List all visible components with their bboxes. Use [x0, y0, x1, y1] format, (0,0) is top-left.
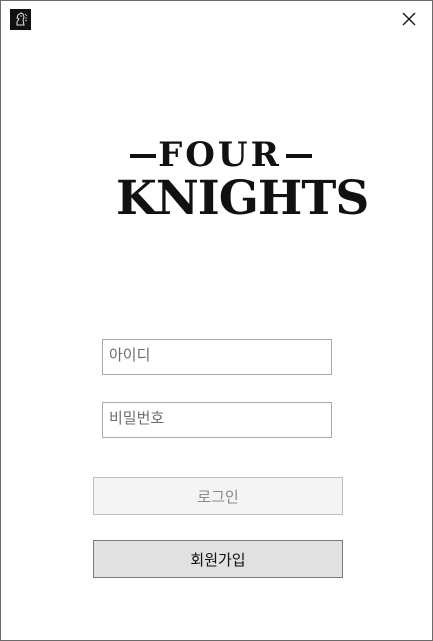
- signup-button[interactable]: 회원가입: [93, 540, 343, 578]
- password-input-placeholder: 비밀번호: [109, 409, 165, 427]
- close-button[interactable]: [386, 1, 432, 37]
- id-input-placeholder: 아이디: [109, 346, 151, 364]
- signup-button-label: 회원가입: [190, 550, 246, 569]
- login-button-label: 로그인: [197, 487, 239, 506]
- four-knights-logo: FOUR KNIGHTS: [116, 135, 369, 231]
- id-input[interactable]: 아이디: [102, 339, 332, 375]
- close-icon: [402, 12, 416, 26]
- login-button[interactable]: 로그인: [93, 477, 343, 515]
- logo-text-knights: KNIGHTS: [116, 171, 369, 226]
- knight-icon: [10, 9, 31, 30]
- app-window: FOUR KNIGHTS 아이디 비밀번호 로그인 회원가입: [0, 0, 433, 641]
- title-bar[interactable]: [1, 1, 432, 37]
- logo-text-four: FOUR: [158, 135, 282, 175]
- app-icon: [10, 9, 31, 30]
- password-input[interactable]: 비밀번호: [102, 402, 332, 438]
